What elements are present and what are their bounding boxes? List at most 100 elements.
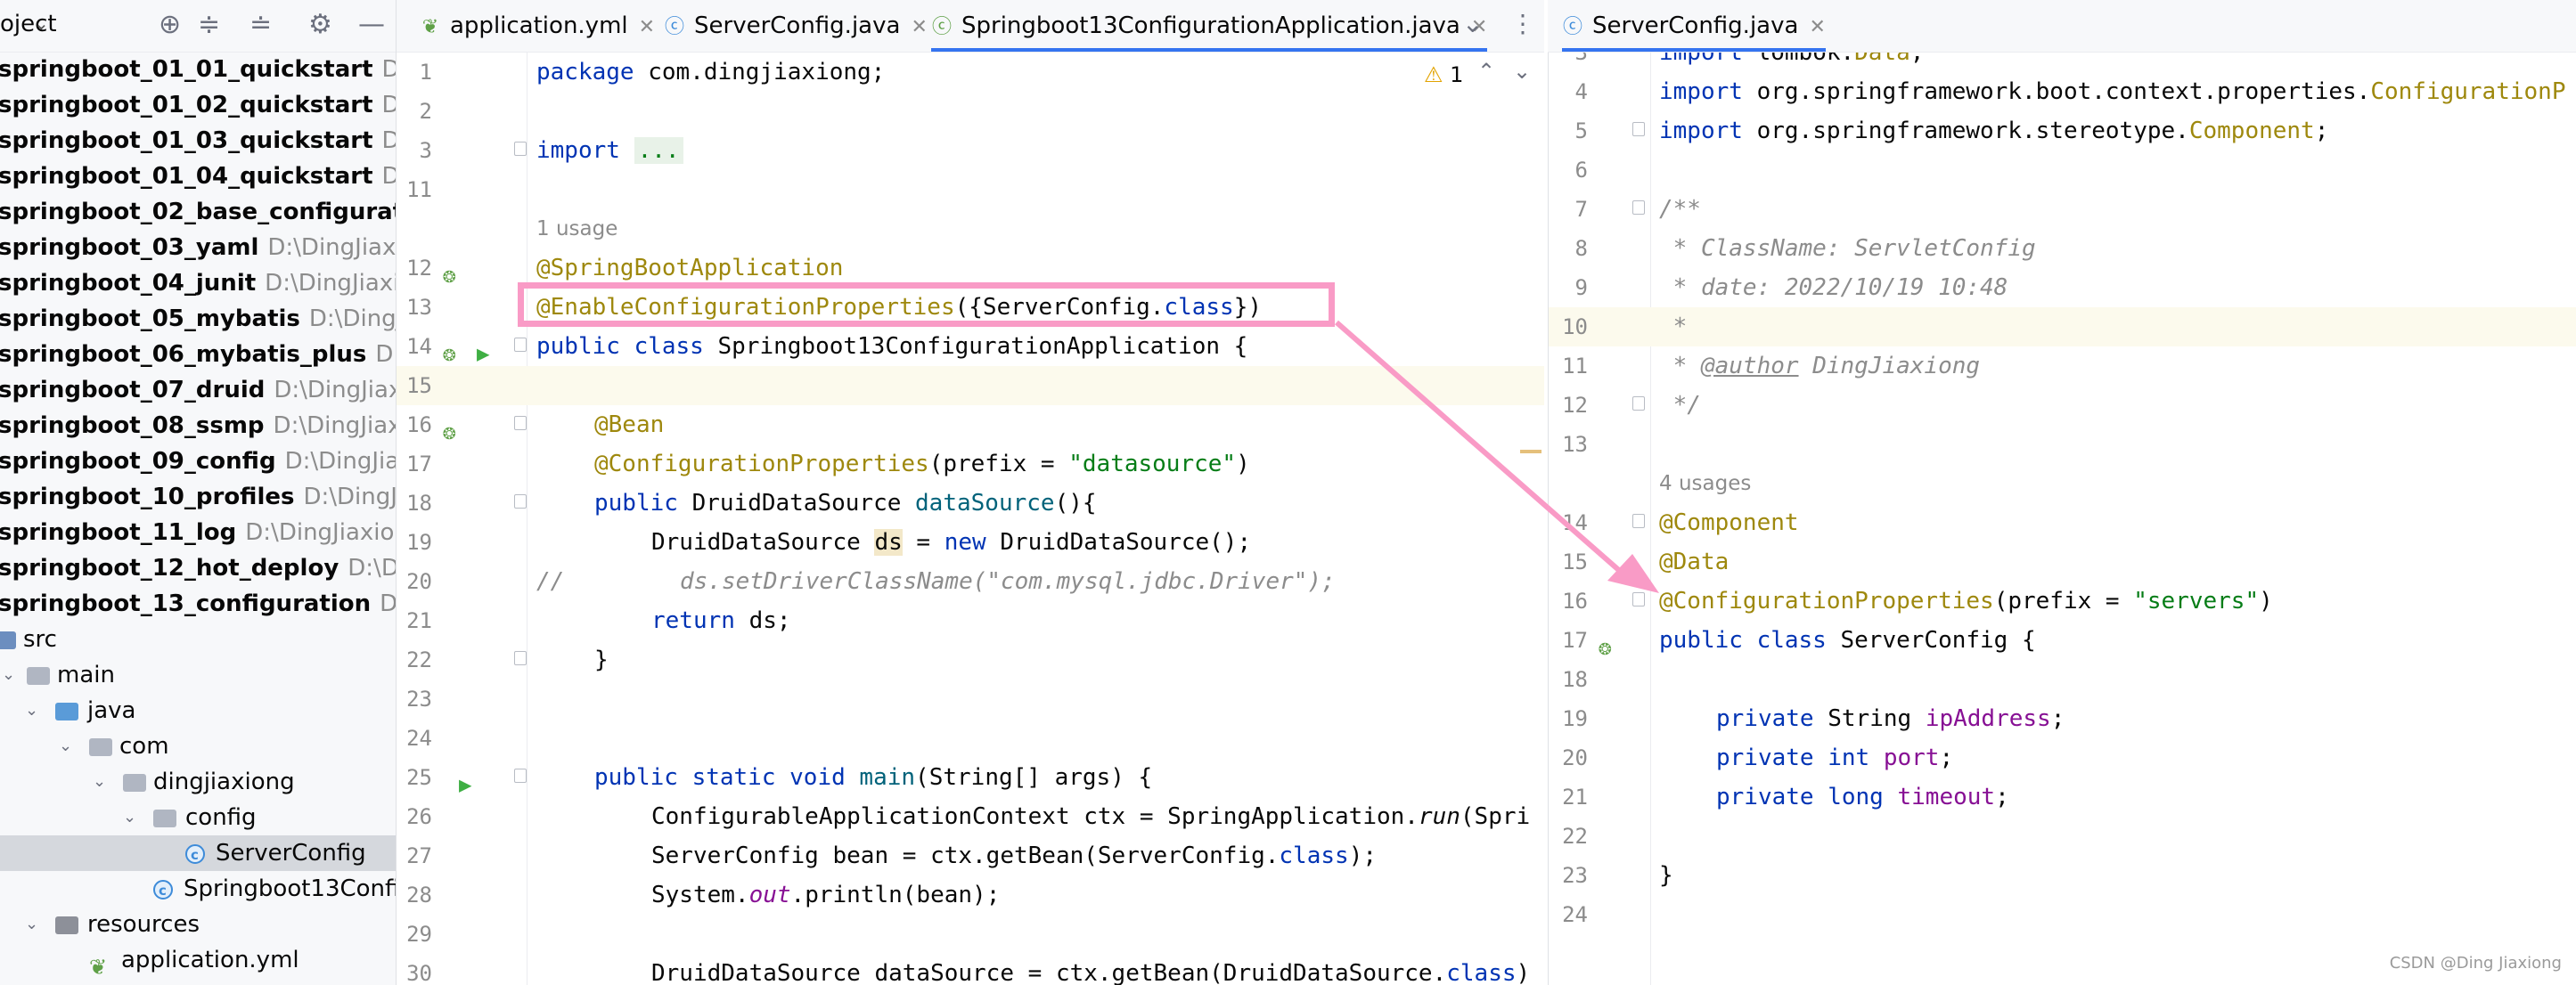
warning-indicator[interactable]: ⚠ 1 — [1424, 62, 1463, 87]
code-line: 20 private int port; — [1562, 745, 1954, 771]
tree-module-item[interactable]: springboot_09_configD:\DingJiaxiong — [0, 444, 396, 479]
fold-marker-icon[interactable] — [1632, 200, 1645, 215]
fold-marker-icon[interactable] — [514, 416, 527, 430]
code-line: 21 private long timeout; — [1562, 784, 2009, 810]
chevron-down-icon[interactable]: ⌄ — [59, 729, 72, 764]
fold-marker-icon[interactable] — [1632, 592, 1645, 606]
tree-module-item[interactable]: springboot_11_logD:\DingJiaxiong\Id — [0, 515, 396, 550]
fold-marker-icon[interactable] — [514, 769, 527, 783]
spring-boot-class-icon: ⓒ — [931, 16, 952, 38]
close-icon[interactable]: ✕ — [911, 16, 927, 38]
code-line: 3 import lombok.Data; — [1574, 53, 1925, 66]
tree-item-resources[interactable]: ⌄ resources — [0, 907, 396, 942]
right-editor-tabs: ⓒ ServerConfig.java ✕ — [1548, 0, 2576, 53]
code-line: 5 import org.springframework.stereotype.C… — [1574, 118, 2329, 144]
chevron-down-icon[interactable]: ⌄ — [34, 12, 49, 34]
fold-marker-icon[interactable] — [1632, 514, 1645, 528]
tree-module-item[interactable]: springboot_03_yamlD:\DingJiaxiong\l — [0, 230, 396, 265]
scrollbar-marker[interactable] — [1520, 450, 1542, 453]
code-line: 1 package com.dingjiaxiong; — [419, 59, 886, 85]
tree-module-item[interactable]: springboot_02_base_configurationD — [0, 194, 396, 230]
tree-module-item[interactable]: springboot_05_mybatisD:\DingJiaxio — [0, 301, 396, 337]
package-folder-icon — [123, 774, 146, 792]
project-header: oject ⌄ ⊕ ≑ ≐ ⚙ — — [0, 0, 396, 53]
chevron-down-icon[interactable]: ⌄ — [2, 657, 15, 693]
chevron-down-icon[interactable]: ⌄ — [1462, 9, 1483, 38]
crosshair-icon[interactable]: ⊕ — [159, 9, 181, 41]
fold-marker-icon[interactable] — [514, 142, 527, 156]
chevron-down-icon[interactable]: ⌄ — [25, 907, 38, 942]
tab-serverconfig-java-right[interactable]: ⓒ ServerConfig.java ✕ — [1562, 0, 1826, 52]
code-line: 25 ▶ public static void main(String[] args… — [397, 758, 1544, 797]
tree-module-item[interactable]: springboot_08_ssmpD:\DingJiaxiong\l — [0, 408, 396, 444]
chevron-down-icon[interactable]: ⌄ — [93, 764, 106, 800]
left-code-editor[interactable]: 1 package com.dingjiaxiong; 2 3 import ...… — [397, 53, 1544, 985]
tree-item-dingjiaxiong[interactable]: ⌄ dingjiaxiong — [0, 764, 396, 800]
yaml-file-icon: ❦ — [89, 955, 108, 978]
fold-marker-icon[interactable] — [514, 651, 527, 665]
tree-module-item[interactable]: springboot_07_druidD:\DingJiaxiong\ — [0, 372, 396, 408]
close-icon[interactable]: ✕ — [639, 16, 655, 38]
code-line: 11 * @author DingJiaxiong — [1562, 353, 1981, 379]
tree-item-src[interactable]: src — [0, 622, 396, 657]
tree-module-item[interactable]: springboot_01_02_quickstartD:\Ding... — [0, 87, 396, 123]
usage-link[interactable]: 1 usage — [536, 209, 617, 248]
tree-item-main[interactable]: ⌄ main — [0, 657, 396, 693]
right-code-editor[interactable]: 3 import lombok.Data; 4 import org.springf… — [1548, 53, 2576, 985]
fold-marker-icon[interactable] — [514, 338, 527, 352]
code-line: 12 ❂ @SpringBootApplication — [397, 248, 1544, 288]
tree-module-item[interactable]: springboot_06_mybatis_plusD:\Ding... — [0, 337, 396, 372]
tab-application-java[interactable]: ⓒ Springboot13ConfigurationApplication.ja… — [931, 0, 1488, 52]
tree-module-item[interactable]: springboot_01_03_quickstartD:\Ding... — [0, 123, 396, 159]
expand-all-icon[interactable]: ≑ — [198, 9, 220, 41]
tree-module-item[interactable]: springboot_01_01_quickstartD:\Ding... — [0, 52, 396, 87]
usage-hint: 1 usage — [397, 209, 1544, 248]
code-line: 24 — [1562, 902, 1588, 927]
fold-marker-icon[interactable] — [1632, 396, 1645, 411]
code-line: 13 — [1562, 432, 1588, 457]
java-class-icon: ⓒ — [664, 16, 684, 38]
tree-module-item[interactable]: springboot_12_hot_deployD:\DingJia — [0, 550, 396, 586]
code-line: 14 @Component — [1562, 509, 1799, 536]
tree-item-config[interactable]: ⌄ config — [0, 800, 396, 835]
tree-item-serverconfig[interactable]: ServerConfig — [0, 835, 396, 871]
yaml-file-icon: ❦ — [421, 16, 439, 38]
more-options-icon[interactable]: ⋮ — [1510, 9, 1535, 38]
package-folder-icon — [153, 810, 176, 827]
tree-module-item[interactable]: springboot_04_junitD:\DingJiaxiong\l — [0, 265, 396, 301]
code-line: 6 — [1574, 158, 1588, 183]
code-line: 3 import ... — [397, 131, 1544, 170]
tab-application-yml[interactable]: ❦ application.yml ✕ — [420, 0, 655, 52]
tree-item-com[interactable]: ⌄ com — [0, 729, 396, 764]
code-line: 4 import org.springframework.boot.context… — [1574, 78, 2566, 105]
fold-marker-icon[interactable] — [514, 494, 527, 509]
tree-module-item[interactable]: springboot_13_configurationD:\Ding — [0, 586, 396, 622]
code-line: 30 DruidDataSource dataSource = ctx.getBe… — [406, 960, 1531, 985]
tab-serverconfig-java[interactable]: ⓒ ServerConfig.java ✕ — [664, 0, 928, 52]
minimize-icon[interactable]: — — [358, 9, 385, 41]
tree-module-item[interactable]: springboot_01_04_quickstartD:\Ding... — [0, 159, 396, 194]
code-line: 27 ServerConfig bean = ctx.getBean(Server… — [406, 843, 1377, 869]
chevron-up-icon[interactable]: ⌃ — [1477, 59, 1495, 84]
usage-link[interactable]: 4 usages — [1659, 464, 1751, 503]
tree-item-java[interactable]: ⌄ java — [0, 693, 396, 729]
tree-item-application-class[interactable]: Springboot13Configu — [0, 871, 396, 907]
code-line: 12 */ — [1562, 392, 1701, 419]
chevron-down-icon[interactable]: ⌄ — [1513, 59, 1531, 84]
tree-item-application-yml[interactable]: ❦ application.yml — [0, 942, 396, 978]
close-icon[interactable]: ✕ — [1809, 16, 1825, 38]
code-line: 23} — [1562, 862, 1673, 889]
code-line: 2 — [419, 99, 432, 124]
tree-module-item[interactable]: springboot_10_profilesD:\DingJiaxior — [0, 479, 396, 515]
java-class-icon: ⓒ — [1562, 16, 1582, 38]
fold-marker-icon[interactable] — [1632, 122, 1645, 136]
code-line: 17 ❂ public class ServerConfig { — [1549, 621, 2576, 660]
folded-imports[interactable]: ... — [634, 137, 683, 164]
collapse-all-icon[interactable]: ≐ — [249, 9, 272, 41]
code-line: 21 return ds; — [406, 607, 791, 634]
chevron-down-icon[interactable]: ⌄ — [123, 800, 136, 835]
code-line: 22 — [1562, 824, 1588, 849]
chevron-down-icon[interactable]: ⌄ — [25, 693, 38, 729]
gear-icon[interactable]: ⚙ — [308, 9, 332, 41]
code-line: 16 ❂ @Bean — [397, 405, 1544, 444]
